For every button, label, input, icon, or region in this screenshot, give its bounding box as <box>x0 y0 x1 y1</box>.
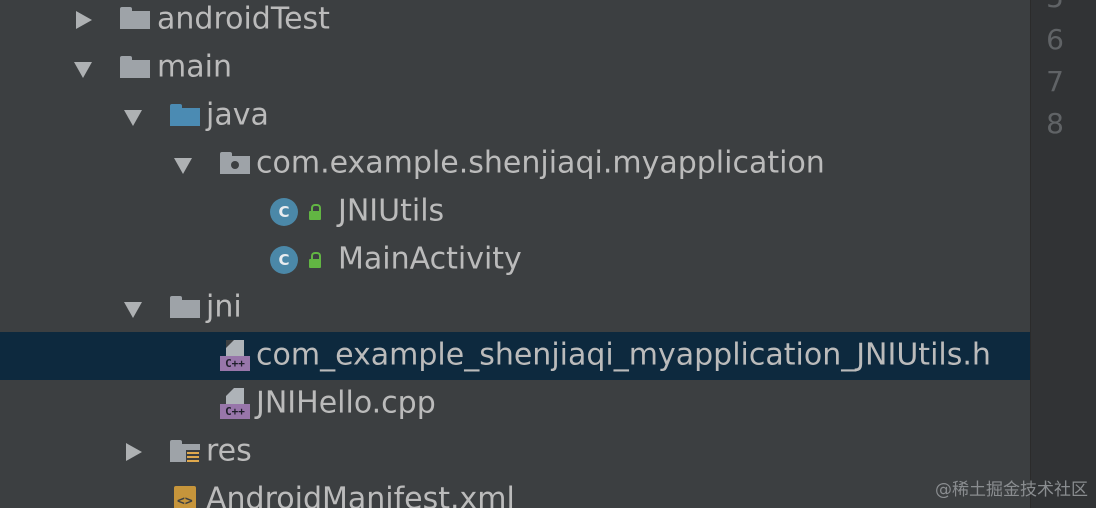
tree-item-label: com_example_shenjiaqi_myapplication_JNIU… <box>256 337 991 373</box>
collapse-arrow-icon[interactable] <box>124 302 142 318</box>
tree-item-label: res <box>206 433 252 469</box>
line-number: 8 <box>1046 107 1064 140</box>
project-tree: androidTest main java com.example.shenji… <box>0 0 1030 508</box>
tree-item-jni[interactable]: jni <box>0 284 1030 332</box>
cpp-file-icon: C++ <box>220 388 250 422</box>
source-folder-icon <box>170 104 200 126</box>
watermark: @稀土掘金技术社区 <box>935 480 1088 500</box>
line-number: 6 <box>1046 23 1064 56</box>
folder-icon <box>170 296 200 318</box>
tree-item-label: JNIHello.cpp <box>256 385 436 421</box>
xml-file-icon: <> <box>172 486 198 508</box>
tree-item-androidmanifest[interactable]: <> AndroidManifest.xml <box>0 476 1030 508</box>
editor-gutter: 5 6 7 8 <box>1030 0 1096 508</box>
tree-item-label: com.example.shenjiaqi.myapplication <box>256 145 825 181</box>
folder-icon <box>120 7 150 29</box>
resource-folder-icon <box>170 440 200 464</box>
tree-item-java[interactable]: java <box>0 92 1030 140</box>
cpp-badge: C++ <box>220 404 250 419</box>
tree-item-jnihello[interactable]: C++ JNIHello.cpp <box>0 380 1030 428</box>
tree-item-res[interactable]: res <box>0 428 1030 476</box>
lock-icon <box>308 252 322 268</box>
line-number: 7 <box>1046 65 1064 98</box>
collapse-arrow-icon[interactable] <box>124 110 142 126</box>
line-number: 5 <box>1046 0 1064 12</box>
cpp-badge: C++ <box>220 356 250 371</box>
tree-item-jniutils[interactable]: C JNIUtils <box>0 188 1030 236</box>
tree-item-label: java <box>206 97 269 133</box>
tree-item-main[interactable]: main <box>0 44 1030 92</box>
tree-item-package[interactable]: com.example.shenjiaqi.myapplication <box>0 140 1030 188</box>
cpp-file-icon: C++ <box>220 340 250 374</box>
collapse-arrow-icon[interactable] <box>174 158 192 174</box>
expand-arrow-icon[interactable] <box>76 11 92 29</box>
collapse-arrow-icon[interactable] <box>74 62 92 78</box>
tree-item-label: androidTest <box>157 1 330 37</box>
expand-arrow-icon[interactable] <box>126 443 142 461</box>
tree-item-mainactivity[interactable]: C MainActivity <box>0 236 1030 284</box>
tree-item-jniutils-header[interactable]: C++ com_example_shenjiaqi_myapplication_… <box>0 332 1030 380</box>
tree-item-label: jni <box>206 289 242 325</box>
tree-item-label: main <box>157 49 232 85</box>
tree-item-label: MainActivity <box>338 241 522 277</box>
tree-item-label: AndroidManifest.xml <box>206 481 515 508</box>
tree-item-androidtest[interactable]: androidTest <box>0 0 1030 44</box>
xml-badge: <> <box>177 494 193 508</box>
class-icon: C <box>270 246 298 274</box>
class-icon: C <box>270 198 298 226</box>
tree-item-label: JNIUtils <box>338 193 445 229</box>
folder-icon <box>120 56 150 78</box>
package-icon <box>220 152 250 174</box>
lock-icon <box>308 204 322 220</box>
